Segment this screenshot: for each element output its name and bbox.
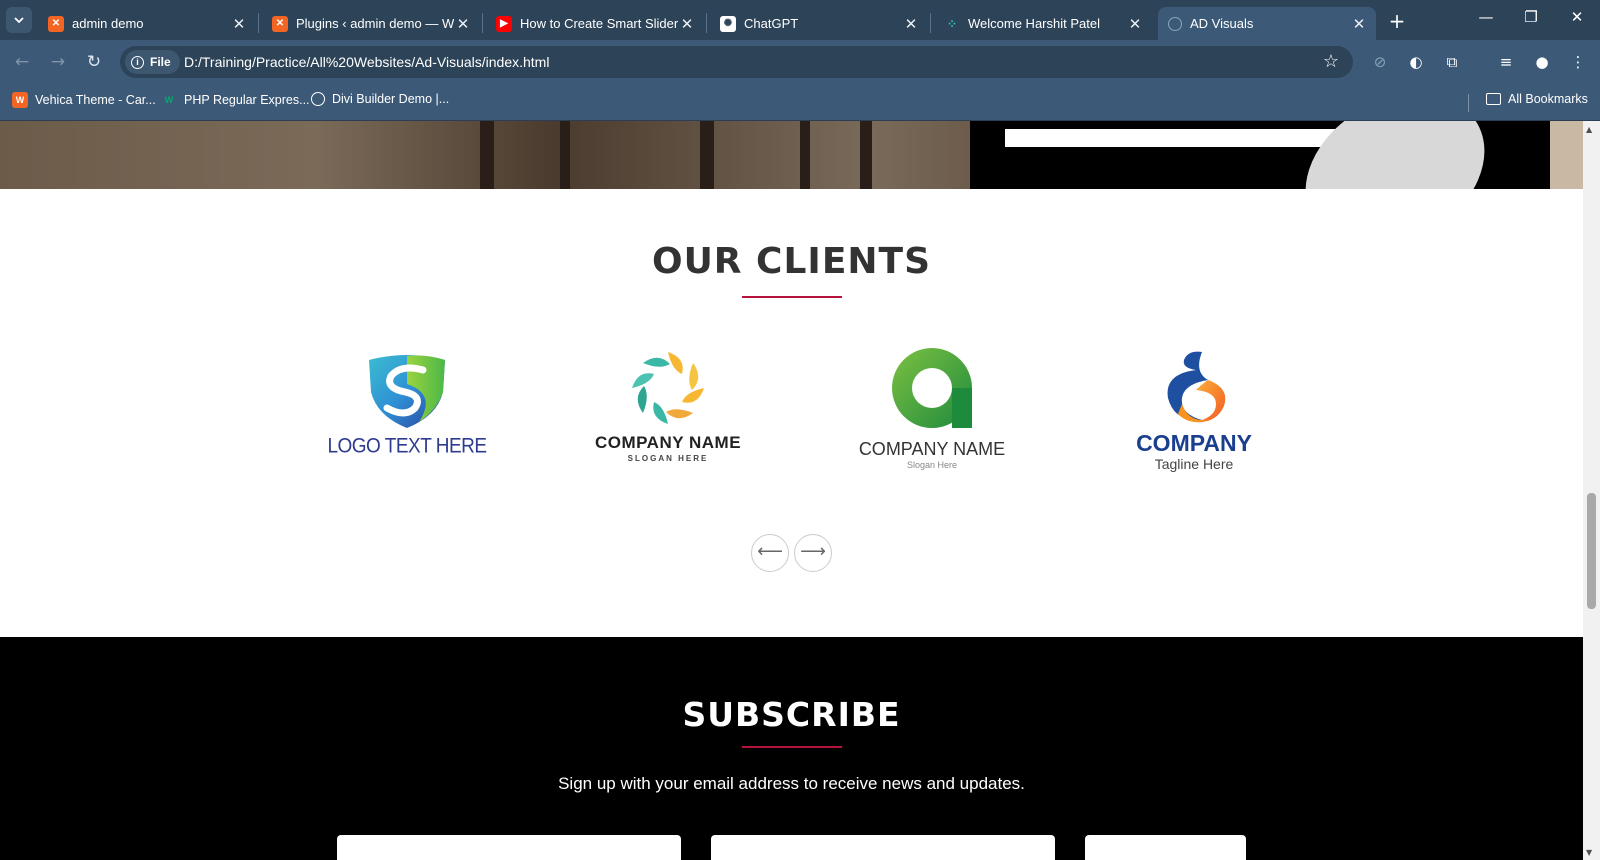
petal-wheel-logo [632, 352, 704, 424]
minimize-button[interactable]: — [1471, 8, 1501, 26]
logo-2-text: COMPANY NAME [594, 433, 742, 452]
logo-1-text: LOGO TEXT HERE [327, 434, 487, 458]
bookmark-star-icon[interactable]: ☆ [1323, 51, 1339, 72]
globe-icon [311, 92, 325, 106]
media-playlist-icon[interactable]: ≡ [1495, 51, 1517, 73]
scroll-up-arrow[interactable]: ▲ [1586, 125, 1592, 134]
address-bar[interactable]: i File D:/Training/Practice/All%20Websit… [120, 46, 1353, 78]
bookmark-php-regex[interactable]: W PHP Regular Expres... [161, 92, 310, 108]
close-icon[interactable]: ✕ [902, 15, 920, 33]
address-toolbar: ← → ↻ i File D:/Training/Practice/All%20… [0, 40, 1600, 83]
tab-smart-slider-video[interactable]: ▶ How to Create Smart Slider i ✕ [486, 7, 704, 40]
site-info-chip[interactable]: i File [125, 50, 180, 74]
subscribe-section: SUBSCRIBE Sign up with your email addres… [0, 637, 1583, 860]
chatgpt-icon: ✺ [720, 15, 736, 32]
logo-3-text: COMPANY NAME [858, 439, 1006, 459]
restore-button[interactable]: ❐ [1516, 8, 1546, 26]
logo-3-tagline: Slogan Here [906, 460, 958, 470]
close-icon[interactable]: ✕ [454, 15, 472, 33]
tab-separator [930, 13, 931, 33]
info-icon: i [131, 55, 144, 69]
title-underline [742, 746, 842, 748]
tab-plugins[interactable]: ✕ Plugins ‹ admin demo — Wo ✕ [262, 7, 480, 40]
globe-icon [1168, 16, 1182, 31]
carousel-prev-button[interactable]: ⟵ [751, 534, 789, 572]
logo-4-tagline: Tagline Here [1154, 456, 1234, 472]
clients-section: OUR CLIENTS LOGO TEXT HERE COMPANY NAME … [0, 189, 1583, 637]
subscribe-submit-button[interactable] [1085, 835, 1246, 860]
xampp-icon: ✕ [272, 15, 288, 32]
shield-s-logo [369, 355, 445, 428]
youtube-icon: ▶ [496, 15, 512, 32]
title-underline [742, 296, 842, 298]
scroll-down-arrow[interactable]: ▼ [1586, 848, 1592, 857]
tab-search-button[interactable] [6, 7, 32, 33]
menu-kebab-icon[interactable]: ⋮ [1567, 51, 1589, 73]
wp-icon: W [12, 92, 28, 108]
bookmark-divi[interactable]: Divi Builder Demo |... [311, 92, 449, 106]
swan-s-logo [1167, 351, 1226, 423]
tab-separator [482, 13, 483, 33]
page-scrollbar[interactable]: ▲ ▼ [1583, 121, 1600, 860]
forward-button[interactable]: → [46, 50, 70, 74]
close-window-button[interactable]: ✕ [1562, 8, 1592, 26]
xampp-icon: ✕ [48, 15, 64, 32]
folder-icon [1486, 93, 1501, 105]
tab-ad-visuals[interactable]: AD Visuals ✕ [1158, 7, 1376, 40]
close-icon[interactable]: ✕ [230, 15, 248, 33]
logo-2-tagline: SLOGAN HERE [627, 454, 709, 463]
subscribe-title: SUBSCRIBE [682, 695, 901, 734]
tab-chatgpt[interactable]: ✺ ChatGPT ✕ [710, 7, 928, 40]
back-button[interactable]: ← [10, 50, 34, 74]
tab-separator [706, 13, 707, 33]
all-bookmarks[interactable]: All Bookmarks [1486, 92, 1588, 106]
client-logo-4: COMPANY Tagline Here [1084, 344, 1304, 494]
tab-strip: ✕ admin demo ✕ ✕ Plugins ‹ admin demo — … [0, 0, 1600, 40]
subscribe-name-field[interactable] [337, 835, 681, 860]
w3-icon: W [164, 95, 174, 105]
close-icon[interactable]: ✕ [678, 15, 696, 33]
page-viewport: OUR CLIENTS LOGO TEXT HERE COMPANY NAME … [0, 121, 1583, 860]
subscribe-description: Sign up with your email address to recei… [558, 774, 1025, 793]
tab-welcome[interactable]: ⁘ Welcome Harshit Patel ✕ [934, 7, 1152, 40]
bookmark-separator [1468, 94, 1469, 112]
client-logo-1: LOGO TEXT HERE [297, 344, 517, 494]
bookmark-vehica[interactable]: W Vehica Theme - Car... [12, 92, 156, 108]
hero-banner-image [0, 121, 1583, 189]
puzzle-icon[interactable]: ⧉ [1441, 51, 1463, 73]
new-tab-button[interactable]: + [1385, 9, 1409, 33]
subscribe-email-field[interactable] [711, 835, 1055, 860]
profile-icon[interactable]: ● [1531, 51, 1553, 73]
site-info-label: File [150, 55, 171, 69]
carousel-next-button[interactable]: ⟶ [794, 534, 832, 572]
reload-button[interactable]: ↻ [82, 50, 106, 74]
close-icon[interactable]: ✕ [1350, 15, 1368, 33]
logo-4-text: COMPANY [1136, 430, 1252, 456]
extension-badge-icon[interactable]: ◐ [1405, 51, 1427, 73]
clients-title: OUR CLIENTS [651, 241, 932, 282]
compass-icon[interactable]: ⊘ [1369, 51, 1391, 73]
tab-separator [258, 13, 259, 33]
chevron-down-icon [14, 17, 24, 24]
url-text[interactable]: D:/Training/Practice/All%20Websites/Ad-V… [184, 54, 549, 70]
green-ring-logo [892, 348, 972, 428]
client-logo-3: COMPANY NAME Slogan Here [822, 344, 1042, 494]
scroll-thumb[interactable] [1587, 493, 1596, 609]
bookmarks-bar: W Vehica Theme - Car... W PHP Regular Ex… [0, 83, 1600, 121]
close-icon[interactable]: ✕ [1126, 15, 1144, 33]
client-logo-2: COMPANY NAME SLOGAN HERE [558, 344, 778, 494]
grid-dots-icon: ⁘ [946, 16, 958, 31]
tab-admin-demo[interactable]: ✕ admin demo ✕ [38, 7, 256, 40]
